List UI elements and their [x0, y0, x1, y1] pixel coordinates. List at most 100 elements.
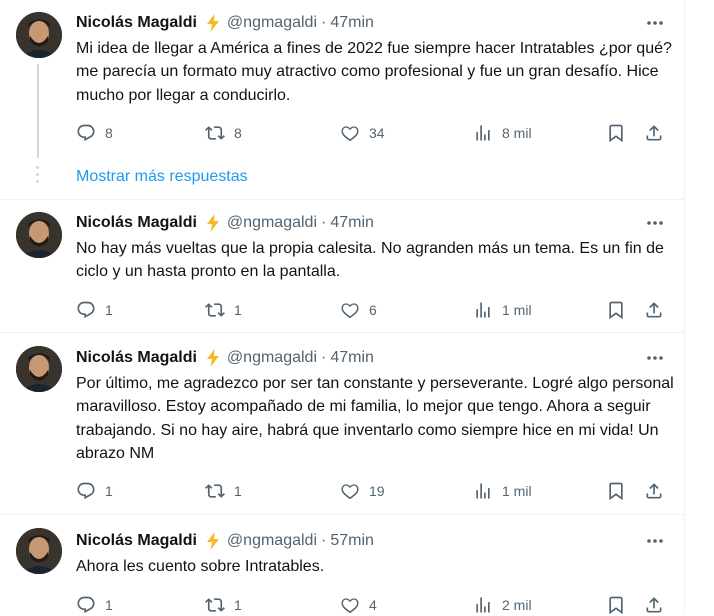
share-button[interactable]	[644, 480, 664, 502]
retweet-button[interactable]: 1	[205, 299, 242, 321]
bookmark-icon	[609, 482, 623, 501]
like-count: 34	[369, 125, 385, 141]
tweet-header: Nicolás Magaldi @ngmagaldi · 47min	[76, 12, 374, 34]
retweet-icon	[205, 598, 225, 612]
tweet-header: Nicolás Magaldi @ngmagaldi · 47min	[76, 212, 374, 234]
bookmark-button[interactable]	[606, 594, 626, 616]
separator-dot: ·	[321, 14, 327, 31]
like-button[interactable]: 6	[340, 299, 377, 321]
avatar[interactable]	[16, 346, 62, 392]
share-icon	[646, 597, 662, 613]
views-button[interactable]: 1 mil	[473, 299, 532, 321]
divider	[0, 332, 684, 333]
like-count: 19	[369, 483, 385, 499]
timestamp[interactable]: 47min	[330, 349, 374, 367]
like-button[interactable]: 19	[340, 480, 385, 502]
reply-count: 1	[105, 483, 113, 499]
views-chart-icon	[476, 302, 490, 318]
heart-icon	[341, 598, 359, 614]
more-options-icon[interactable]	[640, 348, 670, 368]
divider	[0, 514, 684, 515]
like-button[interactable]: 4	[340, 594, 377, 616]
views-button[interactable]: 1 mil	[473, 480, 532, 502]
retweet-icon	[205, 484, 225, 498]
reply-button[interactable]: 1	[76, 594, 113, 616]
lightning-badge-icon	[203, 213, 223, 233]
reply-button[interactable]: 8	[76, 122, 113, 144]
author-name[interactable]: Nicolás Magaldi	[76, 532, 197, 550]
views-count: 1 mil	[502, 302, 532, 318]
share-button[interactable]	[644, 299, 664, 321]
separator-dot: ·	[321, 532, 327, 549]
views-count: 1 mil	[502, 483, 532, 499]
thread-dots	[36, 166, 40, 187]
like-button[interactable]: 34	[340, 122, 385, 144]
share-icon	[646, 483, 662, 499]
retweet-icon	[205, 303, 225, 317]
author-handle[interactable]: @ngmagaldi	[227, 532, 317, 550]
lightning-badge-icon	[203, 348, 223, 368]
share-button[interactable]	[644, 594, 664, 616]
author-handle[interactable]: @ngmagaldi	[227, 214, 317, 232]
tweet-header: Nicolás Magaldi @ngmagaldi · 57min	[76, 530, 374, 552]
tweet[interactable]: Nicolás Magaldi @ngmagaldi · 47min Por ú…	[0, 334, 684, 510]
views-button[interactable]: 8 mil	[473, 122, 532, 144]
reply-icon	[77, 124, 95, 142]
retweet-count: 1	[234, 483, 242, 499]
reply-count: 8	[105, 125, 113, 141]
share-icon	[646, 302, 662, 318]
column-border	[684, 0, 685, 611]
retweet-button[interactable]: 1	[205, 594, 242, 616]
separator-dot: ·	[321, 214, 327, 231]
bookmark-icon	[609, 301, 623, 320]
bookmark-button[interactable]	[606, 480, 626, 502]
tweet-text: Por último, me agradezco por ser tan con…	[76, 375, 674, 463]
reply-button[interactable]: 1	[76, 299, 113, 321]
bookmark-button[interactable]	[606, 122, 626, 144]
tweet[interactable]: Nicolás Magaldi @ngmagaldi · 47min Mi id…	[0, 0, 684, 150]
bookmark-icon	[609, 596, 623, 615]
views-chart-icon	[476, 483, 490, 499]
views-chart-icon	[476, 597, 490, 613]
lightning-badge-icon	[203, 13, 223, 33]
heart-icon	[341, 126, 359, 142]
reply-count: 1	[105, 302, 113, 318]
retweet-button[interactable]: 8	[205, 122, 242, 144]
more-options-icon[interactable]	[640, 531, 670, 551]
heart-icon	[341, 303, 359, 319]
author-handle[interactable]: @ngmagaldi	[227, 14, 317, 32]
show-more-replies-link[interactable]: Mostrar más respuestas	[76, 168, 248, 186]
share-icon	[646, 125, 662, 141]
tweet-text: Mi idea de llegar a América a fines de 2…	[76, 40, 672, 104]
more-options-icon[interactable]	[640, 13, 670, 33]
tweet[interactable]: Nicolás Magaldi @ngmagaldi · 57min Ahora…	[0, 516, 684, 615]
reply-icon	[77, 482, 95, 500]
tweet-header: Nicolás Magaldi @ngmagaldi · 47min	[76, 347, 374, 369]
reply-icon	[77, 301, 95, 319]
more-options-icon[interactable]	[640, 213, 670, 233]
tweet[interactable]: Nicolás Magaldi @ngmagaldi · 47min No ha…	[0, 200, 684, 330]
avatar[interactable]	[16, 12, 62, 58]
reply-button[interactable]: 1	[76, 480, 113, 502]
author-handle[interactable]: @ngmagaldi	[227, 349, 317, 367]
timestamp[interactable]: 57min	[330, 532, 374, 550]
timestamp[interactable]: 47min	[330, 214, 374, 232]
views-chart-icon	[476, 125, 490, 141]
author-name[interactable]: Nicolás Magaldi	[76, 349, 197, 367]
views-button[interactable]: 2 mil	[473, 594, 532, 616]
author-name[interactable]: Nicolás Magaldi	[76, 214, 197, 232]
retweet-button[interactable]: 1	[205, 480, 242, 502]
tweet-text: Ahora les cuento sobre Intratables.	[76, 558, 325, 575]
reply-icon	[77, 596, 95, 614]
bookmark-button[interactable]	[606, 299, 626, 321]
retweet-count: 8	[234, 125, 242, 141]
avatar[interactable]	[16, 528, 62, 574]
views-count: 8 mil	[502, 125, 532, 141]
timestamp[interactable]: 47min	[330, 14, 374, 32]
share-button[interactable]	[644, 122, 664, 144]
reply-feed: Nicolás Magaldi @ngmagaldi · 47min Mi id…	[0, 0, 684, 615]
avatar[interactable]	[16, 212, 62, 258]
lightning-badge-icon	[203, 531, 223, 551]
like-count: 6	[369, 302, 377, 318]
author-name[interactable]: Nicolás Magaldi	[76, 14, 197, 32]
